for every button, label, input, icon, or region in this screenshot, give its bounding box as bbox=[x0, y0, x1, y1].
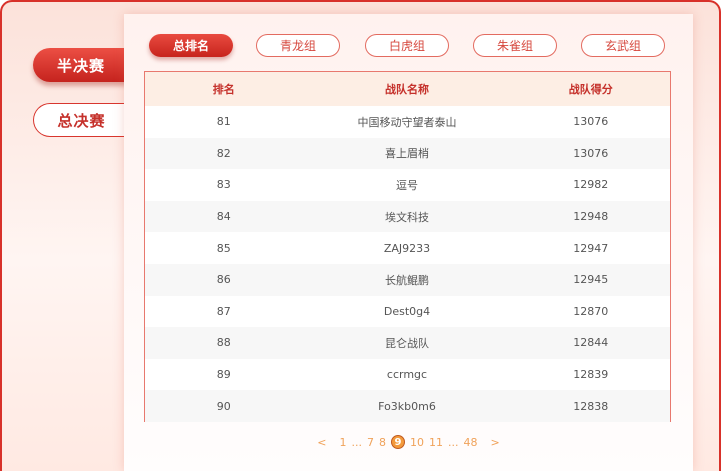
score-cell: 12839 bbox=[573, 368, 609, 382]
header-team-name: 战队名称 bbox=[385, 83, 429, 96]
table-row: 88 昆仑战队 12844 bbox=[145, 327, 670, 359]
table-row: 87 Dest0g4 12870 bbox=[145, 296, 670, 328]
rank-cell: 83 bbox=[216, 178, 231, 192]
page-link[interactable]: 10 bbox=[410, 436, 424, 449]
rank-cell: 84 bbox=[216, 210, 231, 224]
tab-zhuque[interactable]: 朱雀组 bbox=[473, 34, 557, 57]
rank-cell: 88 bbox=[216, 336, 231, 350]
tab-xuanwu[interactable]: 玄武组 bbox=[581, 34, 665, 57]
table-row: 85 ZAJ9233 12947 bbox=[145, 232, 670, 264]
score-cell: 12982 bbox=[573, 178, 609, 192]
rank-cell: 87 bbox=[216, 304, 231, 318]
table-row: 83 逗号 12982 bbox=[145, 169, 670, 201]
tab-baihu[interactable]: 白虎组 bbox=[365, 34, 449, 57]
page-link[interactable]: 11 bbox=[429, 436, 443, 449]
team-name-cell: ccrmgc bbox=[386, 368, 428, 382]
score-cell: 12947 bbox=[573, 241, 609, 255]
tab-qinglong[interactable]: 青龙组 bbox=[256, 34, 340, 57]
page-link[interactable]: 7 bbox=[367, 436, 374, 449]
group-tabs: 总排名 青龙组 白虎组 朱雀组 玄武组 bbox=[124, 34, 693, 58]
team-name-cell: Fo3kb0m6 bbox=[378, 399, 436, 413]
score-cell: 12870 bbox=[573, 304, 609, 318]
next-page-button[interactable]: > bbox=[491, 436, 500, 449]
score-cell: 12945 bbox=[573, 273, 609, 287]
prev-page-button[interactable]: < bbox=[317, 436, 326, 449]
page-link[interactable]: 8 bbox=[379, 436, 386, 449]
tab-overall[interactable]: 总排名 bbox=[149, 34, 233, 57]
table-row: 84 埃文科技 12948 bbox=[145, 200, 670, 233]
rank-cell: 86 bbox=[216, 273, 231, 287]
team-name-cell: 昆仑战队 bbox=[385, 336, 429, 350]
stage-final-button[interactable]: 总决赛 bbox=[33, 103, 129, 137]
team-name-cell: ZAJ9233 bbox=[383, 241, 431, 255]
score-cell: 12838 bbox=[573, 399, 609, 413]
score-cell: 13076 bbox=[573, 146, 609, 160]
pagination: <1... 7 8 9 10 11... 48 > bbox=[124, 434, 693, 450]
score-cell: 12948 bbox=[573, 210, 609, 224]
team-name-cell: 长航鲲鹏 bbox=[385, 273, 429, 287]
rank-cell: 89 bbox=[216, 368, 231, 382]
ranking-table: 排名 战队名称 战队得分 81 中国移动守望者泰山 13076 82 喜上眉梢 13076… bbox=[144, 71, 671, 422]
table-row: 82 喜上眉梢 13076 bbox=[145, 137, 670, 170]
team-name-cell: 中国移动守望者泰山 bbox=[357, 115, 457, 129]
stage-semifinal-button[interactable]: 半决赛 bbox=[33, 48, 129, 82]
rank-cell: 81 bbox=[216, 115, 231, 129]
team-name-cell: 喜上眉梢 bbox=[385, 147, 429, 161]
table-row: 81 中国移动守望者泰山 13076 bbox=[145, 106, 670, 138]
rank-cell: 90 bbox=[216, 399, 231, 413]
score-cell: 12844 bbox=[573, 336, 609, 350]
page-link[interactable]: 48 bbox=[464, 436, 478, 449]
current-page[interactable]: 9 bbox=[391, 435, 405, 449]
team-name-cell: Dest0g4 bbox=[383, 304, 431, 318]
score-cell: 13076 bbox=[573, 115, 609, 129]
table-header: 排名 战队名称 战队得分 bbox=[145, 72, 670, 106]
table-row: 86 长航鲲鹏 12945 bbox=[145, 263, 670, 296]
table-body: 81 中国移动守望者泰山 13076 82 喜上眉梢 13076 83 逗号 12982 84 埃文… bbox=[145, 106, 670, 422]
team-name-cell: 逗号 bbox=[396, 178, 418, 192]
rank-cell: 85 bbox=[216, 241, 231, 255]
table-row: 90 Fo3kb0m6 12838 bbox=[145, 390, 670, 422]
page-link[interactable]: 1 bbox=[340, 436, 347, 449]
ranking-panel: 总排名 青龙组 白虎组 朱雀组 玄武组 排名 战队名称 战队得分 81 中国移动守… bbox=[124, 14, 693, 471]
page-ellipsis: ... bbox=[351, 435, 363, 449]
team-name-cell: 埃文科技 bbox=[385, 210, 429, 224]
table-row: 89 ccrmgc 12839 bbox=[145, 359, 670, 391]
header-rank: 排名 bbox=[212, 83, 235, 96]
header-team-score: 战队得分 bbox=[568, 83, 613, 96]
rank-cell: 82 bbox=[216, 146, 231, 160]
page-ellipsis: ... bbox=[448, 435, 459, 449]
